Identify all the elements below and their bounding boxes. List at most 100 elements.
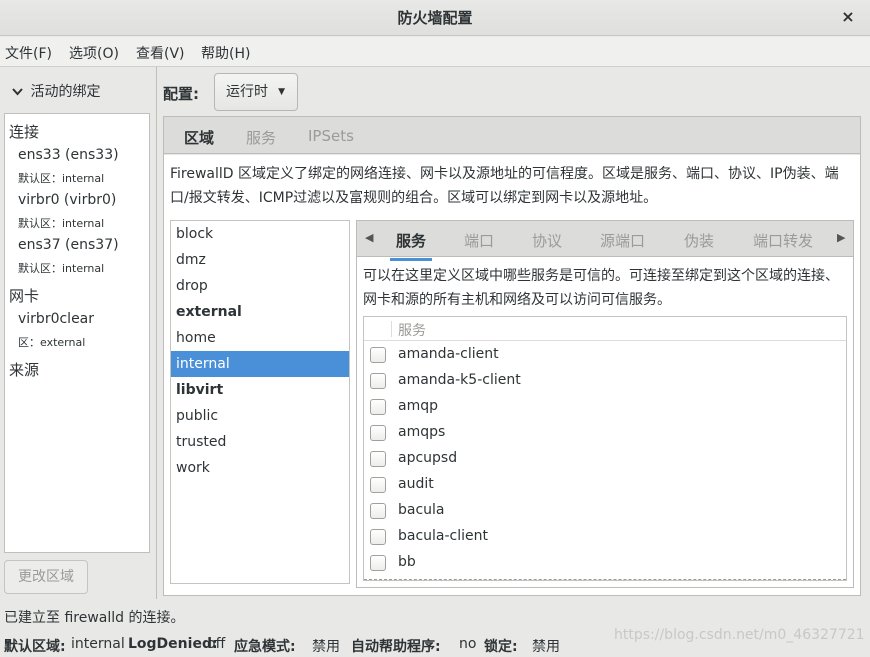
bindings-tree: 连接 ens33 (ens33) 默认区：internal virbr0 (vi… [4, 113, 150, 553]
scroll-left-icon[interactable]: ◀ [365, 231, 373, 244]
lockdown-value: 禁用 [532, 639, 560, 655]
service-row: amanda-client [364, 342, 846, 368]
tab-zones[interactable]: 区域 [180, 127, 218, 158]
service-name: amanda-k5-client [398, 372, 521, 388]
default-zone-value: internal [71, 636, 125, 652]
zone-item-trusted[interactable]: trusted [171, 429, 349, 455]
tab-zone-services[interactable]: 服务 [389, 230, 433, 261]
service-name: bacula [398, 502, 445, 518]
tab-zone-ports[interactable]: 端口 [464, 230, 494, 251]
menu-help[interactable]: 帮助(H) [201, 43, 250, 63]
zone-item-external[interactable]: external [171, 299, 349, 325]
main-pane: 配置: 运行时 ▼ 区域 服务 IPSets FirewallD 区域定义了绑定… [158, 67, 870, 599]
connection-status: 已建立至 firewalld 的连接。 [4, 610, 185, 626]
service-row: bacula-client [364, 524, 846, 550]
main-tab-bar: 区域 服务 IPSets [164, 117, 860, 158]
zone-item-public[interactable]: public [171, 403, 349, 429]
service-checkbox[interactable] [370, 555, 386, 571]
service-checkbox[interactable] [370, 503, 386, 519]
connection-item-ens37[interactable]: ens37 (ens37) [18, 237, 119, 253]
connection-zone: 默认区：internal [18, 217, 105, 230]
config-dropdown[interactable]: 运行时 ▼ [214, 73, 298, 111]
service-name: amqp [398, 398, 438, 414]
chevron-down-icon [12, 84, 26, 100]
zone-list: block dmz drop external home internal li… [170, 220, 350, 584]
connection-item-ens33[interactable]: ens33 (ens33) [18, 147, 119, 163]
services-list-header: 服务 [364, 317, 846, 341]
service-row: audit [364, 472, 846, 498]
connections-heading: 连接 [9, 123, 40, 141]
service-checkbox[interactable] [370, 399, 386, 415]
menu-options[interactable]: 选项(O) [69, 43, 119, 63]
service-name: apcupsd [398, 450, 458, 466]
zone-description: FirewallD 区域定义了绑定的网络连接、网卡以及源地址的可信程度。区域是服… [170, 166, 839, 206]
column-separator [391, 321, 392, 337]
zone-settings-notebook: ◀ 服务 端口 协议 源端口 伪装 端口转发 ▶ 可以在这里定义区域中哪些服务是… [356, 220, 854, 588]
services-description: 可以在这里定义区域中哪些服务是可信的。可连接至绑定到这个区域的连接、网卡和源的所… [363, 268, 839, 308]
panic-mode-value: 禁用 [312, 639, 340, 655]
window-title: 防火墙配置 [397, 9, 473, 27]
zone-settings-tab-bar: ◀ 服务 端口 协议 源端口 伪装 端口转发 ▶ [357, 221, 853, 261]
close-icon[interactable]: × [838, 0, 858, 36]
menu-bar: 文件(F) 选项(O) 查看(V) 帮助(H) [0, 37, 870, 67]
service-row: bacula [364, 498, 846, 524]
service-checkbox[interactable] [370, 373, 386, 389]
service-checkbox[interactable] [370, 451, 386, 467]
zone-item-libvirt[interactable]: libvirt [171, 377, 349, 403]
service-name: amanda-client [398, 346, 499, 362]
service-name: bb [398, 554, 416, 570]
tab-zone-source-ports[interactable]: 源端口 [600, 230, 645, 251]
triangle-down-icon: ▼ [278, 87, 285, 97]
service-checkbox[interactable] [370, 425, 386, 441]
tab-services[interactable]: 服务 [246, 127, 276, 148]
service-name: amqps [398, 424, 446, 440]
config-value: 运行时 [226, 84, 268, 100]
zone-item-home[interactable]: home [171, 325, 349, 351]
menu-file[interactable]: 文件(F) [5, 43, 52, 63]
title-bar: 防火墙配置 × [0, 0, 870, 36]
service-checkbox[interactable] [370, 529, 386, 545]
default-zone-label: 默认区域: [4, 639, 66, 655]
main-notebook: 区域 服务 IPSets FirewallD 区域定义了绑定的网络连接、网卡以及… [163, 116, 861, 596]
change-zone-button[interactable]: 更改区域 [4, 560, 88, 594]
tab-ipsets[interactable]: IPSets [308, 127, 354, 145]
menu-view[interactable]: 查看(V) [136, 43, 185, 63]
services-column-header[interactable]: 服务 [398, 320, 426, 340]
service-row: amqps [364, 420, 846, 446]
logdenied-label: LogDenied: [128, 636, 218, 652]
logdenied-value: off [207, 636, 226, 652]
zone-item-dmz[interactable]: dmz [171, 247, 349, 273]
connection-item-virbr0[interactable]: virbr0 (virbr0) [18, 192, 116, 208]
service-checkbox[interactable] [370, 477, 386, 493]
scroll-right-icon[interactable]: ▶ [837, 231, 845, 244]
services-list: 服务 amanda-client amanda-k5-client amqp a… [363, 316, 847, 581]
lockdown-label: 锁定: [484, 639, 518, 655]
auto-helper-value: no [459, 636, 477, 652]
sources-heading: 来源 [9, 361, 40, 379]
interfaces-heading: 网卡 [9, 287, 40, 305]
zone-item-work[interactable]: work [171, 455, 349, 481]
zone-item-drop[interactable]: drop [171, 273, 349, 299]
zones-page: FirewallD 区域定义了绑定的网络连接、网卡以及源地址的可信程度。区域是服… [164, 155, 860, 595]
watermark: https://blog.csdn.net/m0_46327721 [614, 627, 865, 643]
zone-item-block[interactable]: block [171, 221, 349, 247]
service-row: apcupsd [364, 446, 846, 472]
connection-zone: 默认区：internal [18, 262, 105, 275]
list-scroll-edge [364, 579, 846, 580]
interface-item-virbr0clear[interactable]: virbr0clear [18, 311, 94, 327]
connection-zone: 默认区：internal [18, 172, 105, 185]
expander-label: 活动的绑定 [30, 84, 101, 100]
tab-zone-protocols[interactable]: 协议 [532, 230, 562, 251]
service-row: amqp [364, 394, 846, 420]
tab-zone-masquerade[interactable]: 伪装 [684, 230, 714, 251]
active-bindings-expander[interactable]: 活动的绑定 [12, 81, 100, 101]
service-row: amanda-k5-client [364, 368, 846, 394]
interface-zone: 区：external [18, 336, 86, 349]
active-bindings-pane: 活动的绑定 连接 ens33 (ens33) 默认区：internal virb… [0, 67, 157, 599]
tab-zone-port-forward[interactable]: 端口转发 [753, 230, 813, 251]
config-label: 配置: [163, 85, 199, 103]
panic-mode-label: 应急模式: [234, 639, 296, 655]
auto-helper-label: 自动帮助程序: [351, 639, 441, 655]
service-checkbox[interactable] [370, 347, 386, 363]
zone-item-internal[interactable]: internal [171, 351, 349, 377]
